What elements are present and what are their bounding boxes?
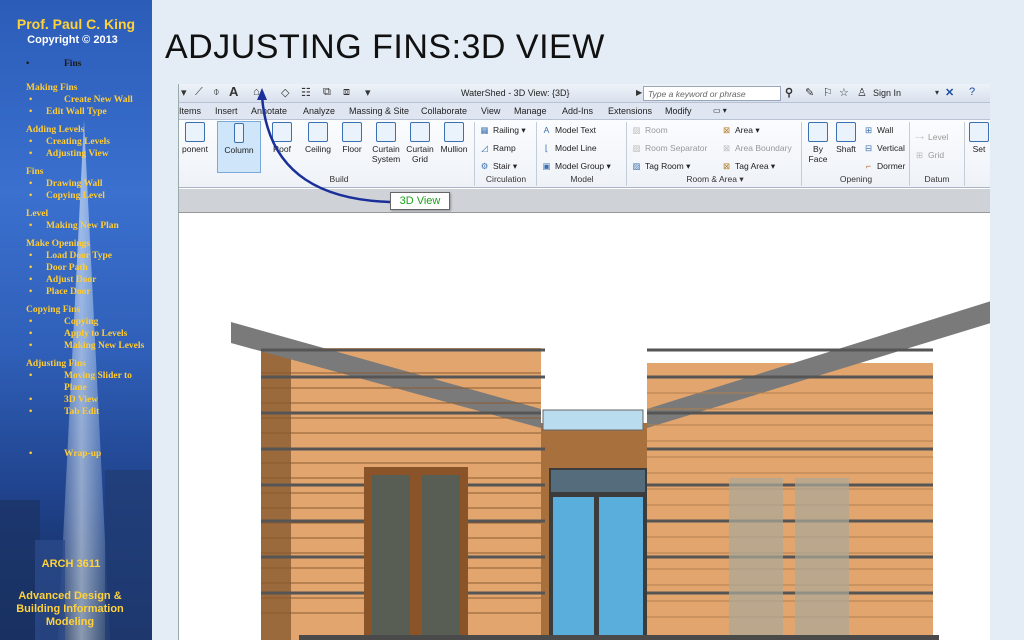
callout-3d-view: 3D View <box>390 192 450 210</box>
arrowhead-icon <box>257 88 267 100</box>
callout-arrow <box>260 95 391 204</box>
slide: Prof. Paul C. King Copyright © 2013 • Fi… <box>0 0 1024 640</box>
callout-arrow-overlay <box>257 88 391 204</box>
